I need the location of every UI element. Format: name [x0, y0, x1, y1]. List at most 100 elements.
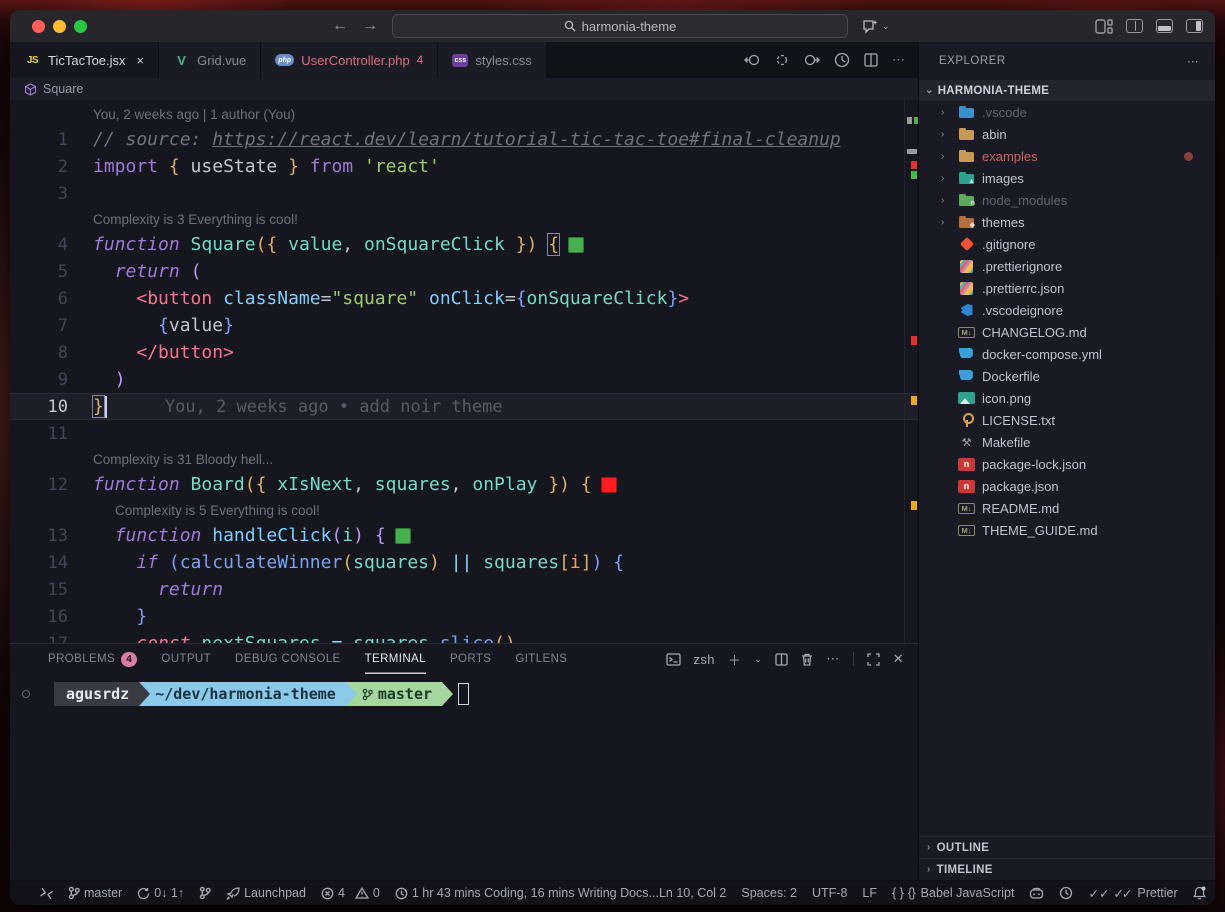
- code-line-16[interactable]: 16 }: [10, 603, 918, 630]
- tree-root-harmonia-theme[interactable]: ⌄ HARMONIA-THEME: [919, 80, 1215, 101]
- terminal-dropdown-icon[interactable]: ⌄: [754, 654, 762, 665]
- close-tab-icon[interactable]: ×: [137, 53, 145, 68]
- tree-item-docker-compose[interactable]: docker-compose.yml: [919, 343, 1215, 365]
- customize-layout-icon[interactable]: [1095, 18, 1113, 34]
- panel-tab-debug[interactable]: DEBUG CONSOLE: [235, 644, 341, 674]
- terminal[interactable]: agusrdz ~/dev/harmonia-theme master: [10, 674, 918, 706]
- code-line-5[interactable]: 5 return (: [10, 258, 918, 285]
- close-panel-icon[interactable]: ✕: [893, 651, 904, 667]
- gitlens-next-icon[interactable]: [803, 53, 820, 67]
- code-line-9[interactable]: 9 ): [10, 366, 918, 393]
- run-code-icon[interactable]: [834, 52, 850, 68]
- launchpad[interactable]: Launchpad: [226, 886, 306, 900]
- gitlens-prev-icon[interactable]: [744, 53, 761, 67]
- gitlens-compare[interactable]: [199, 886, 211, 900]
- tree-item-theme-guide[interactable]: M↓ THEME_GUIDE.md: [919, 519, 1215, 541]
- shell-label[interactable]: zsh: [694, 652, 715, 667]
- codelens[interactable]: Complexity is 31 Bloody hell...: [10, 447, 918, 471]
- code-line-1[interactable]: 1// source: https://react.dev/learn/tuto…: [10, 126, 918, 153]
- run-status[interactable]: [1059, 886, 1073, 900]
- close-window-button[interactable]: [32, 19, 45, 33]
- code-line-15[interactable]: 15 return: [10, 576, 918, 603]
- notifications[interactable]: [1192, 886, 1206, 900]
- minimize-window-button[interactable]: [53, 19, 66, 33]
- indentation[interactable]: Spaces: 2: [741, 886, 797, 900]
- more-actions-icon[interactable]: ⋯: [892, 52, 905, 68]
- tab-styles-css[interactable]: css styles.css: [438, 42, 547, 78]
- branch-status[interactable]: master: [68, 886, 122, 900]
- panel-tab-output[interactable]: OUTPUT: [161, 644, 211, 674]
- tree-item-package-json[interactable]: n package.json: [919, 475, 1215, 497]
- nav-back-icon[interactable]: ←: [332, 17, 348, 35]
- maximize-panel-icon[interactable]: [867, 652, 880, 666]
- problems-status[interactable]: 40: [321, 886, 380, 900]
- remote-indicator[interactable]: [40, 887, 53, 899]
- codelens[interactable]: You, 2 weeks ago | 1 author (You): [10, 102, 918, 126]
- gitlens-current-icon[interactable]: [775, 53, 789, 67]
- eol[interactable]: LF: [862, 886, 877, 900]
- toggle-secondary-sidebar-icon[interactable]: [1186, 19, 1203, 33]
- tree-item-vscode-folder[interactable]: › .vscode: [919, 101, 1215, 123]
- zoom-window-button[interactable]: [74, 19, 87, 33]
- code-line-4[interactable]: 4 function Square({ value, onSquareClick …: [10, 231, 918, 258]
- panel-tab-ports[interactable]: PORTS: [450, 644, 491, 674]
- explorer-more-icon[interactable]: ⋯: [1187, 54, 1199, 68]
- cursor-position[interactable]: Ln 10, Col 2: [659, 886, 726, 900]
- tab-grid-vue[interactable]: V Grid.vue: [159, 42, 262, 78]
- breadcrumb-item[interactable]: Square: [43, 82, 83, 96]
- tab-usercontroller-php[interactable]: php UserController.php 4: [261, 42, 439, 78]
- panel-tab-gitlens[interactable]: GITLENS: [515, 644, 567, 674]
- tree-item-examples[interactable]: › examples: [919, 145, 1215, 167]
- tree-item-node-modules[interactable]: › n node_modules: [919, 189, 1215, 211]
- copilot-status[interactable]: [1029, 887, 1044, 900]
- code-line-12[interactable]: 12 function Board({ xIsNext, squares, onP…: [10, 471, 918, 498]
- tree-item-vscodeignore[interactable]: .vscodeignore: [919, 299, 1215, 321]
- timeline-section[interactable]: › TIMELINE: [919, 858, 1215, 880]
- toggle-panel-icon[interactable]: [1156, 19, 1173, 33]
- code-line-17[interactable]: 17 const nextSquares = squares.slice(): [10, 630, 918, 643]
- sync-status[interactable]: 0↓ 1↑: [137, 886, 184, 900]
- codelens[interactable]: Complexity is 3 Everything is cool!: [10, 207, 918, 231]
- tree-item-prettierrc[interactable]: .prettierrc.json: [919, 277, 1215, 299]
- prettier-status[interactable]: ✓✓ ✓✓ Prettier: [1088, 886, 1177, 901]
- tree-item-makefile[interactable]: ⚒ Makefile: [919, 431, 1215, 453]
- tree-item-readme[interactable]: M↓ README.md: [919, 497, 1215, 519]
- tree-item-abin[interactable]: › abin: [919, 123, 1215, 145]
- code-line-2[interactable]: 2 import { useState } from 'react': [10, 153, 918, 180]
- new-terminal-icon[interactable]: ＋: [728, 650, 741, 669]
- code-line-8[interactable]: 8 </button>: [10, 339, 918, 366]
- code-line-13[interactable]: 13 function handleClick(i) {: [10, 522, 918, 549]
- tree-item-gitignore[interactable]: .gitignore: [919, 233, 1215, 255]
- command-center-search[interactable]: harmonia-theme: [392, 14, 848, 38]
- copilot-chat-button[interactable]: ⌄: [862, 19, 890, 34]
- tree-item-changelog[interactable]: M↓ CHANGELOG.md: [919, 321, 1215, 343]
- tree-item-icon-png[interactable]: icon.png: [919, 387, 1215, 409]
- editor[interactable]: You, 2 weeks ago | 1 author (You) 1// sou…: [10, 100, 918, 643]
- wakatime[interactable]: 1 hr 43 mins Coding, 16 mins Writing Doc…: [395, 886, 659, 900]
- panel-more-icon[interactable]: ⋯: [826, 651, 839, 667]
- tree-item-package-lock[interactable]: n package-lock.json: [919, 453, 1215, 475]
- panel-tab-terminal[interactable]: TERMINAL: [365, 644, 426, 674]
- tree-item-images[interactable]: › ▲ images: [919, 167, 1215, 189]
- kill-terminal-icon[interactable]: [801, 653, 813, 666]
- code-line-7[interactable]: 7 {value}: [10, 312, 918, 339]
- tree-item-dockerfile[interactable]: Dockerfile: [919, 365, 1215, 387]
- code-line-3[interactable]: 3: [10, 180, 918, 207]
- panel-tab-problems[interactable]: PROBLEMS 4: [48, 644, 138, 674]
- code-line-11[interactable]: 11: [10, 420, 918, 447]
- tree-item-prettierignore[interactable]: .prettierignore: [919, 255, 1215, 277]
- code-line-6[interactable]: 6 <button className = "square" onClick ={on…: [10, 285, 918, 312]
- encoding[interactable]: UTF-8: [812, 886, 847, 900]
- tab-tictactoe-jsx[interactable]: JS TicTacToe.jsx ×: [10, 42, 160, 78]
- tree-item-license[interactable]: LICENSE.txt: [919, 409, 1215, 431]
- code-line-14[interactable]: 14 if (calculateWinner(squares) || squar…: [10, 549, 918, 576]
- codelens[interactable]: Complexity is 5 Everything is cool!: [10, 498, 918, 522]
- outline-section[interactable]: › OUTLINE: [919, 836, 1215, 858]
- tree-item-themes[interactable]: › ◈ themes: [919, 211, 1215, 233]
- language-mode[interactable]: { }{ } Babel JavaScript: [892, 886, 1014, 900]
- split-terminal-icon[interactable]: [775, 652, 788, 666]
- code-line-10[interactable]: 10} You, 2 weeks ago • add noir theme: [10, 393, 918, 420]
- split-editor-icon[interactable]: [864, 53, 878, 67]
- nav-forward-icon[interactable]: →: [362, 17, 378, 35]
- toggle-primary-sidebar-icon[interactable]: [1126, 19, 1143, 33]
